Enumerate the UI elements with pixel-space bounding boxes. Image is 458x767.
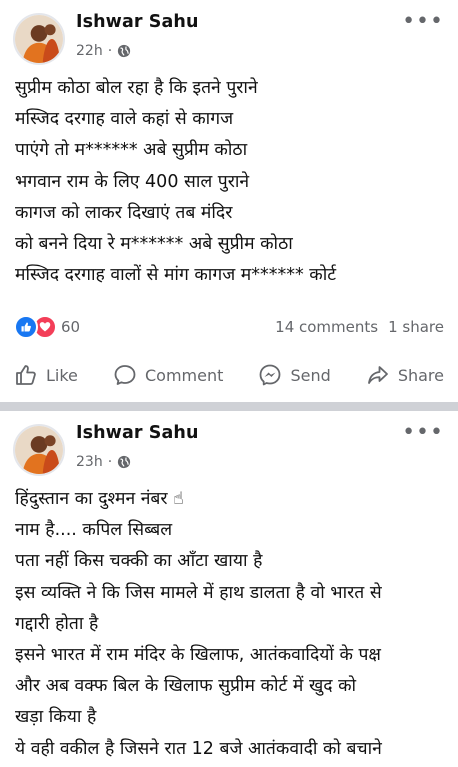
text-line: इसने भारत में राम मंदिर के खिलाफ, आतंकवा… (15, 645, 381, 666)
thumbs-up-icon (16, 365, 36, 385)
post-stats: 60 14 comments 1 share (14, 315, 444, 339)
avatar[interactable] (13, 13, 65, 65)
messenger-send-icon (260, 364, 281, 386)
meta-separator: · (107, 454, 113, 470)
text-line: को बनने दिया रे म****** अबे सुप्रीम कोठा (15, 234, 293, 255)
avatar-image (15, 15, 63, 63)
text-line: पाएंगे तो म****** अबे सुप्रीम कोठा (15, 140, 248, 161)
more-options-icon[interactable]: ••• (402, 422, 444, 444)
text-line: भगवान राम के लिए 400 साल पुराने (15, 171, 250, 192)
comments-count[interactable]: 14 comments (275, 318, 378, 336)
text-line: कागज को लाकर दिखाएं तब मंदिर (15, 202, 233, 223)
share-label: Share (397, 365, 444, 385)
post-time[interactable]: 22h (76, 43, 103, 59)
post-meta: 22h · (76, 43, 131, 59)
post-meta: 23h · (76, 454, 131, 470)
globe-icon (118, 44, 131, 58)
globe-icon (118, 455, 131, 469)
author-name[interactable]: Ishwar Sahu (76, 423, 199, 443)
text-line: इस व्यक्ति ने कि जिस मामले में हाथ डालता… (15, 582, 382, 603)
text-line: ये वही वकील है जिसने रात 12 बजे आतंकवादी… (15, 738, 382, 759)
text-line: नाम है.... कपिल सिब्बल (15, 520, 173, 541)
like-button[interactable]: Like (14, 363, 78, 387)
avatar[interactable] (13, 424, 65, 476)
text-line: सुप्रीम कोठा बोल रहा है कि इतने पुराने (15, 78, 258, 98)
text-line: गद्दारी होता है (15, 613, 99, 634)
author-name[interactable]: Ishwar Sahu (76, 12, 199, 32)
avatar-image (15, 426, 63, 474)
post-card-1: Ishwar Sahu 22h · ••• सुप्रीम कोठा बोल र… (0, 0, 458, 402)
post-text: हिंदुस्तान का दुश्मन नंबर ☝ नाम है.... क… (0, 484, 382, 765)
meta-separator: · (107, 43, 113, 59)
text-line: मस्जिद दरगाह वाले कहां से कागज (15, 109, 234, 130)
comment-button[interactable]: Comment (113, 363, 223, 387)
post-text: सुप्रीम कोठा बोल रहा है कि इतने पुराने म… (0, 73, 336, 291)
post-card-2: Ishwar Sahu 23h · ••• हिंदुस्तान का दुश्… (0, 411, 458, 767)
shares-count[interactable]: 1 share (388, 318, 444, 336)
text-line: और अब वक्फ बिल के खिलाफ सुप्रीम कोर्ट मे… (15, 676, 357, 697)
share-button[interactable]: Share (366, 363, 444, 387)
send-label: Send (290, 365, 331, 385)
post-time[interactable]: 23h (76, 454, 103, 470)
engagement-counts: 14 comments 1 share (275, 318, 444, 336)
text-line: खड़ा किया है (15, 707, 97, 728)
like-label: Like (46, 365, 78, 385)
comment-label: Comment (144, 365, 224, 385)
text-line: मस्जिद दरगाह वालों से मांग कागज म****** … (15, 265, 337, 286)
text-line: हिंदुस्तान का दुश्मन नंबर ☝ (15, 489, 184, 509)
share-arrow-icon (367, 366, 388, 384)
comment-bubble-icon (114, 365, 136, 385)
like-reaction-icon (14, 315, 38, 339)
send-button[interactable]: Send (258, 363, 331, 387)
feed-divider (0, 402, 458, 411)
text-line: पता नहीं किस चक्की का आँटा खाया है (15, 551, 263, 572)
more-options-icon[interactable]: ••• (402, 11, 444, 33)
action-bar: Like Comment Send Share (0, 358, 458, 392)
reactions-summary[interactable]: 60 (14, 315, 80, 339)
reaction-count: 60 (61, 318, 81, 336)
